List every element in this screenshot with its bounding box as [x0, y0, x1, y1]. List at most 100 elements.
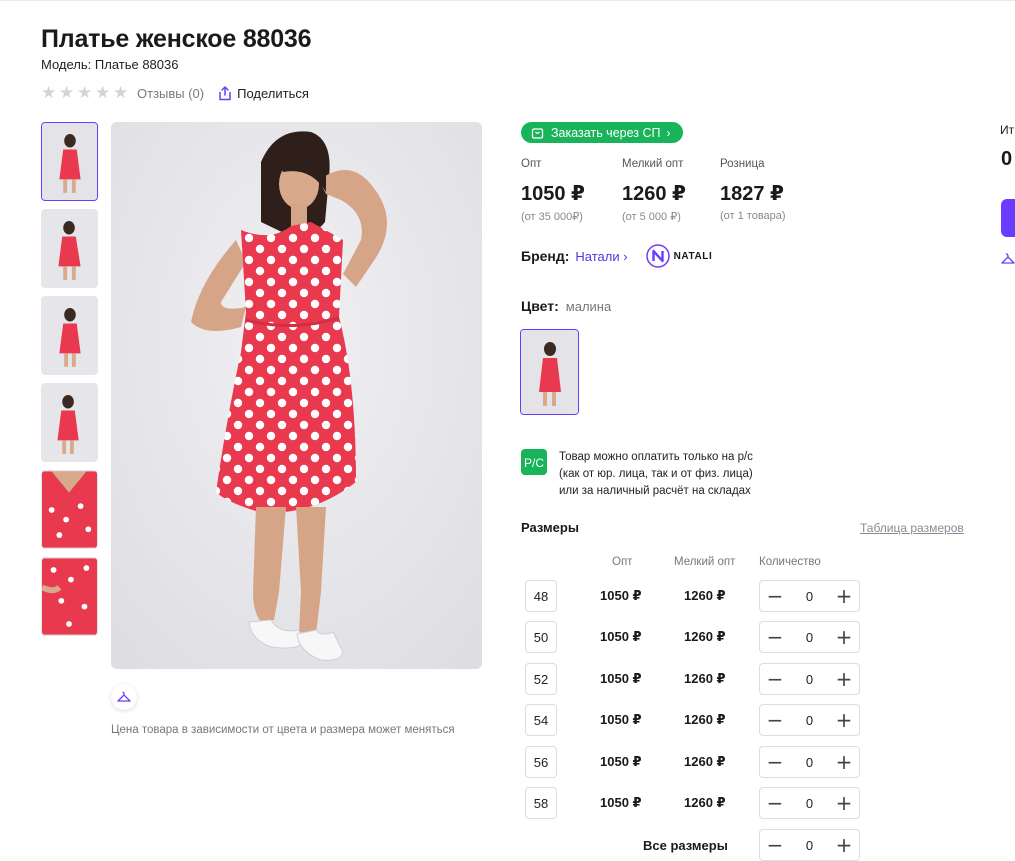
summary-label: Ит — [1000, 123, 1015, 137]
size-price-opt: 1050 ₽ — [600, 588, 642, 603]
thumbnail-5[interactable] — [41, 470, 98, 549]
hanger-icon — [117, 691, 131, 702]
size-option[interactable]: 48 — [525, 580, 557, 612]
plus-icon[interactable]: + — [834, 627, 854, 647]
plus-icon[interactable]: + — [834, 835, 854, 855]
star-icon: ★ — [41, 82, 57, 103]
quantity-value[interactable]: 0 — [806, 713, 813, 728]
size-option[interactable]: 56 — [525, 746, 557, 778]
summary-total: 0 — [1001, 148, 1013, 170]
add-to-cart-button[interactable] — [1001, 199, 1015, 237]
quantity-stepper: − 0 + — [759, 580, 860, 612]
size-price-opt: 1050 ₽ — [600, 712, 642, 727]
size-row: 52 1050 ₽ 1260 ₽ − 0 + — [525, 663, 860, 695]
column-header-quantity: Количество — [759, 556, 821, 568]
thumbnail-2[interactable] — [41, 209, 98, 288]
plus-icon[interactable]: + — [834, 752, 854, 772]
minus-icon[interactable]: − — [765, 710, 785, 730]
quantity-stepper: − 0 + — [759, 704, 860, 736]
top-divider — [0, 0, 1015, 1]
thumbnail-3[interactable] — [41, 296, 98, 375]
brand-name: Натали — [575, 248, 620, 264]
plus-icon[interactable]: + — [834, 710, 854, 730]
fitting-button[interactable] — [111, 684, 137, 710]
price-small-label: Мелкий опт — [622, 158, 684, 170]
price-opt-value: 1050 ₽ — [521, 183, 585, 205]
share-label: Поделиться — [237, 85, 309, 101]
size-price-small: 1260 ₽ — [684, 795, 726, 810]
thumbnail-6[interactable] — [41, 557, 98, 636]
payment-line: Товар можно оплатить только на р/с — [559, 451, 753, 463]
quantity-value[interactable]: 0 — [806, 796, 813, 811]
size-row: 48 1050 ₽ 1260 ₽ − 0 + — [525, 580, 860, 612]
column-header-opt: Опт — [612, 556, 633, 568]
rating-stars[interactable]: ★ ★ ★ ★ ★ — [41, 82, 130, 103]
thumbnail-4[interactable] — [41, 383, 98, 462]
quantity-value[interactable]: 0 — [806, 755, 813, 770]
price-retail-value: 1827 ₽ — [720, 183, 784, 205]
share-button[interactable]: Поделиться — [218, 86, 309, 101]
quantity-stepper: − 0 + — [759, 787, 860, 819]
size-price-opt: 1050 ₽ — [600, 671, 642, 686]
size-price-opt: 1050 ₽ — [600, 754, 642, 769]
share-icon — [219, 85, 231, 100]
quantity-value[interactable]: 0 — [806, 630, 813, 645]
color-swatch-malina[interactable] — [520, 329, 579, 415]
minus-icon[interactable]: − — [765, 586, 785, 606]
minus-icon[interactable]: − — [765, 752, 785, 772]
price-opt: Опт 1050 ₽ (от 35 000₽) — [521, 158, 622, 223]
brand-logo[interactable]: NATALI — [645, 244, 713, 268]
payment-note: P/C Товар можно оплатить только на р/с (… — [521, 449, 789, 500]
bag-icon — [531, 128, 544, 139]
price-retail: Розница 1827 ₽ (от 1 товара) — [720, 158, 820, 223]
brand-link[interactable]: Натали › — [575, 249, 627, 264]
order-sp-button[interactable]: Заказать через СП › — [521, 122, 683, 143]
all-sizes-stepper: − 0 + — [759, 829, 860, 861]
thumbnail-strip — [41, 122, 98, 644]
quantity-value[interactable]: 0 — [806, 589, 813, 604]
price-opt-label: Опт — [521, 158, 542, 170]
svg-text:P/C: P/C — [524, 456, 544, 470]
size-option[interactable]: 54 — [525, 704, 557, 736]
size-row: 50 1050 ₽ 1260 ₽ − 0 + — [525, 621, 860, 653]
brand-logo-text: NATALI — [673, 250, 713, 262]
size-option[interactable]: 58 — [525, 787, 557, 819]
size-option[interactable]: 52 — [525, 663, 557, 695]
main-product-photo[interactable] — [111, 122, 482, 669]
color-value: малина — [565, 299, 612, 314]
plus-icon[interactable]: + — [834, 669, 854, 689]
hanger-icon[interactable] — [1001, 252, 1015, 271]
product-model: Модель: Платье 88036 — [41, 57, 179, 72]
order-sp-label: Заказать через СП — [551, 125, 661, 140]
quantity-value[interactable]: 0 — [806, 672, 813, 687]
payment-text: Товар можно оплатить только на р/с (как … — [559, 449, 789, 500]
size-row: 56 1050 ₽ 1260 ₽ − 0 + — [525, 746, 860, 778]
size-row: 58 1050 ₽ 1260 ₽ − 0 + — [525, 787, 860, 819]
plus-icon[interactable]: + — [834, 793, 854, 813]
price-opt-condition: (от 35 000₽) — [521, 211, 583, 223]
size-price-small: 1260 ₽ — [684, 754, 726, 769]
price-block: Опт 1050 ₽ (от 35 000₽) Мелкий опт 1260 … — [521, 158, 820, 223]
minus-icon[interactable]: − — [765, 627, 785, 647]
quantity-stepper: − 0 + — [759, 663, 860, 695]
price-small-value: 1260 ₽ — [622, 183, 686, 205]
brand-label: Бренд: — [521, 248, 570, 264]
price-small-opt: Мелкий опт 1260 ₽ (от 5 000 ₽) — [622, 158, 720, 223]
star-icon: ★ — [113, 82, 129, 103]
minus-icon[interactable]: − — [765, 669, 785, 689]
all-sizes-quantity[interactable]: 0 — [806, 838, 813, 853]
star-icon: ★ — [95, 82, 111, 103]
size-option[interactable]: 50 — [525, 621, 557, 653]
product-title: Платье женское 88036 — [41, 25, 312, 53]
reviews-link[interactable]: Отзывы (0) — [137, 86, 204, 101]
plus-icon[interactable]: + — [834, 586, 854, 606]
chevron-right-icon: › — [666, 125, 671, 140]
thumbnail-1[interactable] — [41, 122, 98, 201]
size-price-opt: 1050 ₽ — [600, 795, 642, 810]
natali-logo-icon — [645, 244, 670, 268]
color-row: Цвет: малина — [521, 298, 611, 314]
star-icon: ★ — [77, 82, 93, 103]
minus-icon[interactable]: − — [765, 793, 785, 813]
size-chart-link[interactable]: Таблица размеров — [860, 521, 964, 535]
minus-icon[interactable]: − — [765, 835, 785, 855]
